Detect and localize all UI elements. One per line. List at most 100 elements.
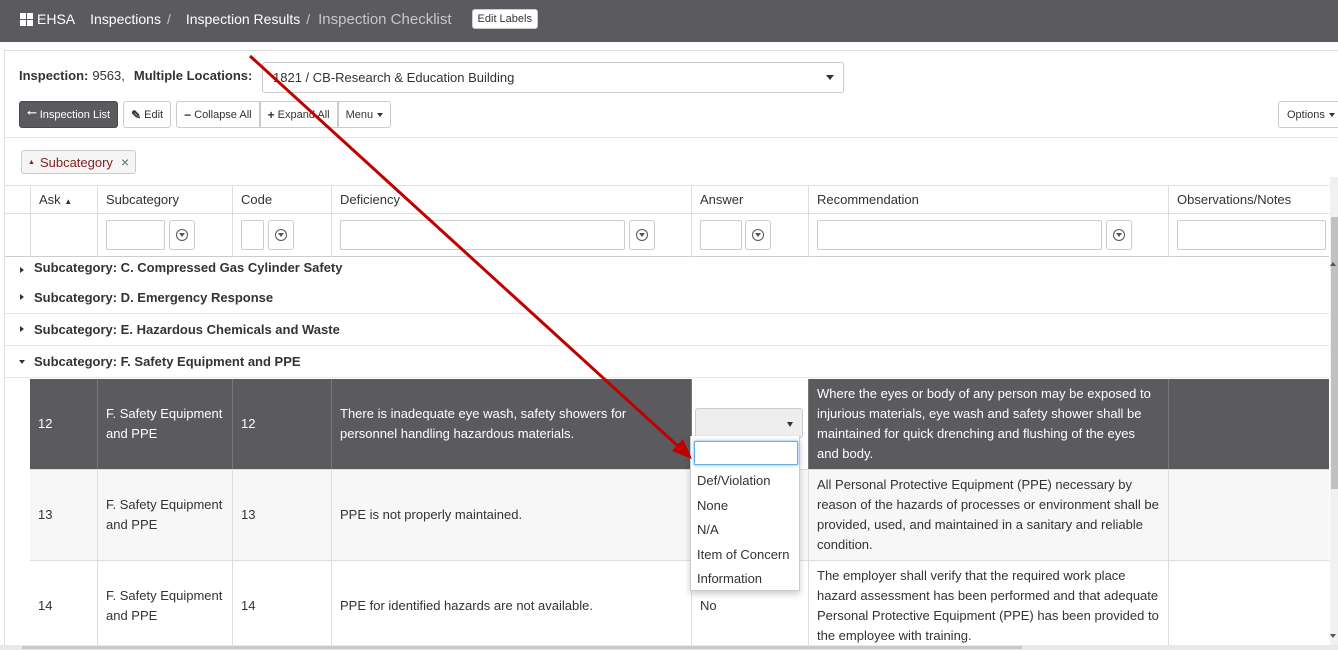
- scroll-down-arrow-icon[interactable]: [1330, 634, 1336, 638]
- group-row-emergency-response[interactable]: Subcategory: D. Emergency Response: [5, 282, 1329, 314]
- answer-option[interactable]: Def/Violation: [691, 469, 801, 494]
- filter-input-code[interactable]: [241, 220, 264, 250]
- column-recommendation[interactable]: Recommendation: [808, 186, 1168, 214]
- cell-code: 13: [232, 470, 331, 560]
- answer-select[interactable]: [695, 408, 803, 438]
- pencil-icon: ✎: [131, 107, 142, 122]
- filter-icon[interactable]: [268, 220, 294, 250]
- chevron-down-icon: [787, 422, 793, 427]
- column-code[interactable]: Code: [232, 186, 331, 214]
- answer-dropdown: Def/Violation None N/A Item of Concern I…: [690, 436, 800, 591]
- edit-button[interactable]: ✎ Edit: [123, 101, 172, 128]
- column-answer[interactable]: Answer: [691, 186, 808, 214]
- cell-ask: 12: [38, 416, 53, 431]
- location-select[interactable]: 1821 / CB-Research & Education Building: [262, 62, 844, 93]
- grid-header: Ask ▲ Subcategory Code Deficiency Answer…: [5, 185, 1329, 214]
- menu-button[interactable]: Menu: [337, 101, 392, 128]
- minus-icon: −: [184, 107, 192, 122]
- filter-cell-observations: [1168, 214, 1329, 257]
- inspection-list-label: Inspection List: [39, 108, 111, 121]
- locations-label: Multiple Locations:: [133, 68, 253, 83]
- filter-icon[interactable]: [169, 220, 195, 250]
- apps-grid-icon[interactable]: [20, 12, 33, 26]
- column-observations[interactable]: Observations/Notes: [1168, 186, 1329, 214]
- breadcrumb-separator: /: [306, 11, 311, 27]
- column-deficiency[interactable]: Deficiency: [331, 186, 691, 214]
- dropdown-search-input[interactable]: [694, 441, 798, 465]
- cell-observations[interactable]: [1168, 470, 1329, 560]
- inspection-panel: Inspection: 9563, Multiple Locations: 18…: [4, 50, 1338, 650]
- answer-option[interactable]: None: [691, 494, 801, 519]
- filter-input-observations[interactable]: [1177, 220, 1326, 250]
- group-row-safety-equipment[interactable]: Subcategory: F. Safety Equipment and PPE: [5, 346, 1329, 378]
- checklist-grid: Ask ▲ Subcategory Code Deficiency Answer…: [5, 185, 1338, 650]
- scroll-up-arrow-icon[interactable]: [1330, 262, 1336, 266]
- inspection-info: Inspection: 9563, Multiple Locations:: [19, 68, 252, 83]
- toolbar: 🠀 Inspection List ✎ Edit − Collapse All …: [19, 101, 392, 128]
- cell-observations[interactable]: [1168, 561, 1329, 650]
- cell-deficiency: PPE is not properly maintained.: [331, 470, 691, 560]
- row-indent: [5, 470, 30, 561]
- answer-option-list: Def/Violation None N/A Item of Concern I…: [691, 469, 801, 592]
- filter-input-recommendation[interactable]: [817, 220, 1102, 250]
- row-indent: [5, 561, 30, 650]
- inspection-list-button[interactable]: 🠀 Inspection List: [19, 101, 119, 128]
- horizontal-scrollbar[interactable]: [0, 645, 1338, 650]
- vertical-scrollbar[interactable]: [1330, 177, 1338, 650]
- breadcrumb-current-page: Inspection Checklist: [318, 10, 452, 28]
- group-label: Subcategory: E. Hazardous Chemicals and …: [34, 322, 340, 337]
- close-icon[interactable]: ×: [121, 154, 129, 170]
- filter-cell-recommendation: [808, 214, 1168, 257]
- edit-labels-button[interactable]: Edit Labels: [471, 9, 538, 29]
- expand-collapse-group: − Collapse All + Expand All Menu: [176, 101, 392, 128]
- table-row[interactable]: 13 F. Safety Equipment and PPE 13 PPE is…: [5, 470, 1329, 561]
- scrollbar-thumb[interactable]: [1331, 217, 1338, 489]
- caret-down-icon: [1328, 112, 1335, 117]
- filter-icon[interactable]: [745, 220, 771, 250]
- edit-label: Edit: [144, 108, 164, 121]
- filter-icon[interactable]: [1106, 220, 1132, 250]
- table-row[interactable]: 14 F. Safety Equipment and PPE 14 PPE fo…: [5, 561, 1329, 650]
- options-button[interactable]: Options: [1278, 101, 1338, 128]
- expand-arrow-icon[interactable]: [20, 267, 24, 273]
- breadcrumb-separator: /: [166, 11, 171, 27]
- cell-deficiency: PPE for identified hazards are not avail…: [331, 561, 691, 650]
- filter-input-deficiency[interactable]: [340, 220, 625, 250]
- column-subcategory[interactable]: Subcategory: [97, 186, 232, 214]
- breadcrumb-inspection-results[interactable]: Inspection Results: [186, 11, 300, 27]
- expand-arrow-icon[interactable]: [20, 326, 24, 332]
- filter-input-answer[interactable]: [700, 220, 742, 250]
- cell-observations[interactable]: [1168, 379, 1329, 469]
- answer-option[interactable]: N/A: [691, 518, 801, 543]
- filter-icon[interactable]: [629, 220, 655, 250]
- location-value: 1821 / CB-Research & Education Building: [273, 70, 515, 85]
- cell-code: 12: [232, 379, 331, 469]
- collapse-all-button[interactable]: − Collapse All: [176, 101, 260, 128]
- expand-all-label: Expand All: [277, 108, 330, 121]
- hscroll-thumb[interactable]: [22, 646, 1022, 649]
- brand-link[interactable]: EHSA: [37, 11, 75, 27]
- breadcrumb-inspections[interactable]: Inspections: [90, 11, 161, 27]
- divider: [5, 137, 1338, 138]
- filter-cell-deficiency: [331, 214, 691, 257]
- collapse-arrow-icon[interactable]: [19, 360, 25, 364]
- cell-subcategory: F. Safety Equipment and PPE: [97, 561, 232, 650]
- expand-all-button[interactable]: + Expand All: [259, 101, 338, 128]
- expand-arrow-icon[interactable]: [20, 294, 24, 300]
- table-row[interactable]: 12 F. Safety Equipment and PPE 12 There …: [5, 379, 1329, 470]
- group-by-chip[interactable]: ▲ Subcategory ×: [21, 150, 137, 174]
- options-label: Options: [1287, 108, 1325, 121]
- group-row-hazardous-chemicals[interactable]: Subcategory: E. Hazardous Chemicals and …: [5, 314, 1329, 346]
- group-label: Subcategory: D. Emergency Response: [34, 290, 274, 305]
- column-ask[interactable]: Ask ▲: [30, 186, 98, 214]
- top-navbar: EHSA Inspections / Inspection Results / …: [0, 0, 1338, 42]
- answer-option[interactable]: Information: [691, 567, 801, 592]
- group-label: Subcategory: C. Compressed Gas Cylinder …: [34, 260, 343, 275]
- answer-option[interactable]: Item of Concern: [691, 543, 801, 568]
- sort-asc-icon: ▲: [64, 197, 73, 206]
- filter-input-subcategory[interactable]: [106, 220, 165, 250]
- cell-recommendation: All Personal Protective Equipment (PPE) …: [808, 470, 1168, 560]
- row-indent: [5, 379, 30, 470]
- cell-ask: 14: [38, 598, 53, 613]
- inspection-label: Inspection:: [19, 68, 89, 83]
